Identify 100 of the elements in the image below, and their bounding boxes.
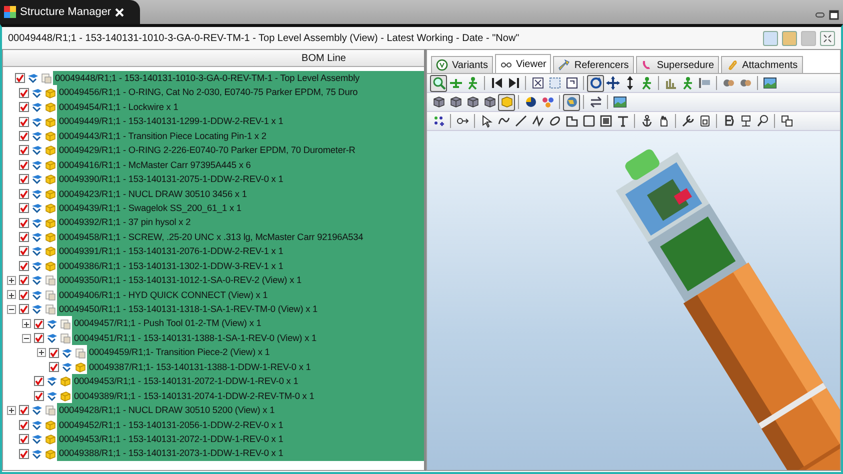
checkbox[interactable] xyxy=(19,405,29,416)
checkbox[interactable] xyxy=(19,218,29,228)
expand-toggle[interactable] xyxy=(7,406,16,415)
cube-icon xyxy=(44,188,57,200)
expand-toggle[interactable] xyxy=(37,348,46,358)
bom-line-item[interactable]: 00049350/R1;1 - 153-140131-1012-1-SA-0-REV-2 (View) x 1 xyxy=(57,273,424,288)
viewer-tab[interactable]: Variants xyxy=(431,56,493,73)
cube-button[interactable] xyxy=(498,94,515,110)
plus-icon xyxy=(23,320,30,328)
bom-line-item[interactable]: 00049449/R1;1 - 153-140131-1299-1-DDW-2-REV-1 x 1 xyxy=(57,114,424,129)
bom-line-item[interactable]: 00049406/R1;1 - HYD QUICK CONNECT (View) x 1 xyxy=(57,288,424,302)
view-icon xyxy=(31,173,44,186)
bom-line-item[interactable]: 00049428/R1;1 - NUCL DRAW 30510 5200 (View) x 1 xyxy=(57,403,424,418)
checkbox[interactable] xyxy=(19,145,29,156)
viewer-tab[interactable]: Viewer xyxy=(494,54,552,73)
checkbox[interactable] xyxy=(34,318,44,329)
viewer-tab[interactable]: Attachments xyxy=(721,56,803,73)
expand-toggle[interactable] xyxy=(7,290,16,300)
collapse-toggle[interactable] xyxy=(7,304,16,314)
bom-line-item[interactable]: 00049429/R1;1 - O-RING 2-226-E0740-70 Parker EPDM, 70 Durometer-R xyxy=(57,143,424,158)
bom-line-item[interactable]: 00049443/R1;1 - Transition Piece Locating Pin-1 x 2 xyxy=(57,128,424,144)
checkbox[interactable] xyxy=(19,275,29,286)
bom-line-item[interactable]: 00049388/R1;1 - 153-140131-2073-1-DDW-1-REV-0 x 1 xyxy=(57,446,424,461)
restore-button[interactable] xyxy=(820,30,835,46)
checkbox[interactable] xyxy=(19,102,29,112)
bom-line-item[interactable]: 00049452/R1;1 - 153-140131-2056-1-DDW-2-REV-0 x 1 xyxy=(57,418,424,432)
viewer-tab[interactable]: Supersedure xyxy=(636,56,720,73)
checkbox[interactable] xyxy=(34,333,44,344)
collapse-toggle[interactable] xyxy=(22,334,31,343)
checkbox[interactable] xyxy=(15,73,25,84)
bom-line-item[interactable]: 00049439/R1;1 - Swagelok SS_200_61_1 x 1 xyxy=(57,200,424,216)
bom-line-item[interactable]: 00049453/R1;1 - 153-140131-2072-1-DDW-1-REV-0 x 1 xyxy=(72,374,424,389)
bom-line-item[interactable]: 00049389/R1;1 - 153-140131-2074-1-DDW-2-REV-TM-0 x 1 xyxy=(72,388,424,404)
bom-line-item[interactable]: 00049386/R1;1 - 153-140131-1302-1-DDW-3-REV-1 x 1 xyxy=(57,258,424,274)
document-icon xyxy=(59,332,72,344)
checkbox[interactable] xyxy=(19,232,29,242)
globe-button[interactable] xyxy=(563,94,580,110)
image-button[interactable] xyxy=(761,74,778,92)
checkbox[interactable] xyxy=(49,362,59,372)
checkbox[interactable] xyxy=(19,203,29,214)
checkbox[interactable] xyxy=(19,260,29,271)
cube-icon xyxy=(44,433,57,446)
checkbox[interactable] xyxy=(19,174,29,184)
expand-toggle[interactable] xyxy=(22,319,31,328)
tab-title[interactable]: Structure Manager xyxy=(20,4,112,20)
bom-line-item[interactable]: 00049423/R1;1 - NUCL DRAW 30510 3456 x 1 xyxy=(57,186,424,201)
checkbox[interactable] xyxy=(19,290,29,300)
structure-manager-tab[interactable]: Structure Manager xyxy=(0,0,140,24)
rotate-button[interactable] xyxy=(587,74,604,92)
bom-line-item[interactable]: 00049453/R1;1 - 153-140131-2072-1-DDW-1-REV-0 x 1 xyxy=(57,432,424,446)
checkbox[interactable] xyxy=(49,348,59,358)
checkbox[interactable] xyxy=(34,390,44,401)
view-icon xyxy=(31,188,44,200)
bom-line-item[interactable]: 00049454/R1;1 - Lockwire x 1 xyxy=(57,100,424,114)
bom-line-item[interactable]: 00049448/R1;1 - 153-140131-1010-3-GA-0-REV-TM-1 - Top Level Assembly xyxy=(53,71,424,86)
checkbox[interactable] xyxy=(19,448,29,459)
checkbox[interactable] xyxy=(19,116,29,127)
view-icon xyxy=(31,130,44,142)
checkbox[interactable] xyxy=(19,246,29,256)
bar-icon xyxy=(698,76,712,90)
bom-line-item[interactable]: 00049391/R1;1 - 153-140131-2076-1-DDW-2-REV-1 x 1 xyxy=(57,244,424,259)
move-button[interactable] xyxy=(604,74,621,92)
bom-line-item[interactable]: 00049456/R1;1 - O-RING, Cat No 2-030, E0740-75 Parker EPDM, 75 Duro xyxy=(57,85,424,100)
checkbox[interactable] xyxy=(19,188,29,199)
bom-line-item[interactable]: 00049416/R1;1 - McMaster Carr 97395A445 x 6 xyxy=(57,158,424,172)
figure-icon xyxy=(466,76,480,90)
plus-icon xyxy=(38,349,45,356)
checkbox[interactable] xyxy=(19,88,29,98)
checkbox[interactable] xyxy=(19,130,29,141)
checkbox[interactable] xyxy=(19,304,29,314)
bom-line-item[interactable]: 00049387/R1;1- 153-140131-1388-1-DDW-1-REV-0 x 1 xyxy=(87,360,424,374)
bom-line-item[interactable]: 00049457/R1;1 - Push Tool 01-2-TM (View) x 1 xyxy=(72,316,424,331)
viewer-tab[interactable]: Referencers xyxy=(553,56,634,73)
stack-icon xyxy=(780,114,794,128)
image-button[interactable] xyxy=(611,94,628,110)
frame-icon xyxy=(564,76,578,90)
maximize-icon[interactable] xyxy=(829,10,839,20)
figure-icon xyxy=(640,76,654,90)
skip-forward-icon xyxy=(506,76,520,90)
arrow-icon xyxy=(558,59,570,71)
checkbox[interactable] xyxy=(19,160,29,170)
bom-line-item[interactable]: 00049450/R1;1 - 153-140131-1318-1-SA-1-REV-TM-0 (View) x 1 xyxy=(57,302,424,316)
bom-line-item[interactable]: 00049392/R1;1 - 37 pin hysol x 2 xyxy=(57,215,424,230)
bom-line-item[interactable]: 00049451/R1;1 - 153-140131-1388-1-SA-1-REV-0 (View) x 1 xyxy=(72,330,424,346)
checkbox[interactable] xyxy=(19,434,29,444)
search-button[interactable] xyxy=(430,74,447,92)
bom-line-item[interactable]: 00049458/R1;1 - SCREW, .25-20 UNC x .313 lg, McMaster Carr 92196A534 xyxy=(57,230,424,244)
view-icon xyxy=(31,418,44,431)
bom-line-item[interactable]: 00049459/R1;1- Transition Piece-2 (View) x 1 xyxy=(87,345,424,360)
expand-toggle[interactable] xyxy=(7,276,16,285)
view-icon xyxy=(61,360,74,373)
checkbox[interactable] xyxy=(19,420,29,430)
checkbox[interactable] xyxy=(34,376,44,386)
column-header[interactable]: BOM Line xyxy=(302,50,346,66)
arrows-icon xyxy=(588,95,602,109)
close-icon[interactable] xyxy=(115,8,124,16)
rectangle-icon xyxy=(582,114,596,128)
minimize-icon[interactable] xyxy=(815,12,825,18)
bom-line-item[interactable]: 00049390/R1;1 - 153-140131-2075-1-DDW-2-REV-0 x 1 xyxy=(57,172,424,186)
pie-icon xyxy=(524,95,538,109)
